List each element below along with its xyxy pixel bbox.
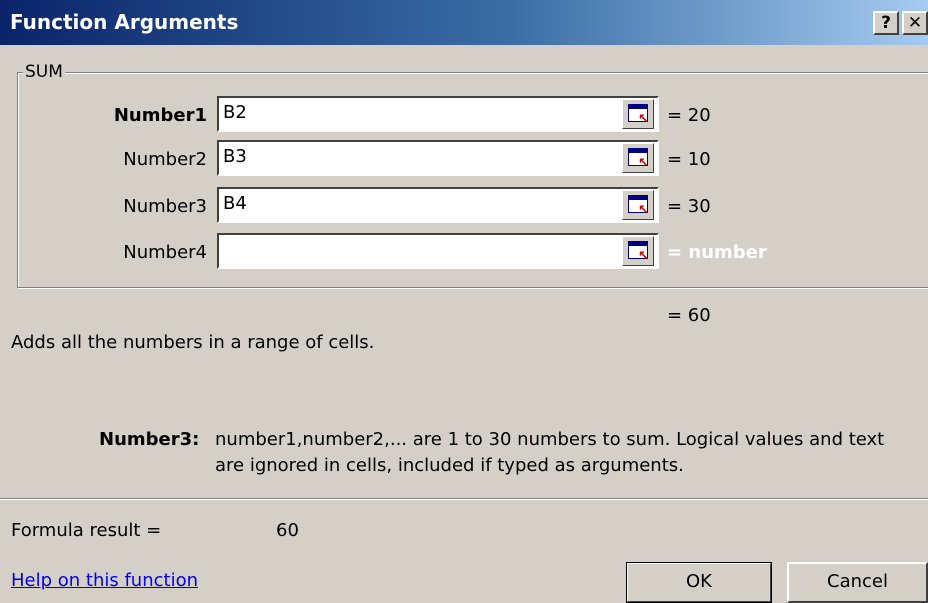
argument-label-number2: Number2 [123,149,207,170]
overall-result: = 60 [667,305,711,326]
window-title: Function Arguments [10,10,239,34]
cancel-button[interactable]: Cancel [787,562,928,603]
collapse-dialog-button-number4[interactable]: ↖ [622,236,654,266]
argument-result-number1: = 20 [667,105,711,126]
close-button[interactable]: ✕ [902,11,928,35]
argument-label-number3: Number3 [123,196,207,217]
title-bar[interactable]: Function Arguments ? ✕ [0,0,928,45]
help-button[interactable]: ? [873,11,899,35]
function-description: Adds all the numbers in a range of cells… [11,332,375,353]
collapse-dialog-button-number1[interactable]: ↖ [622,99,654,129]
argument-input-number1[interactable]: B2 [217,96,659,132]
argument-help-line2: are ignored in cells, included if typed … [215,455,684,476]
argument-input-number3[interactable]: B4 [217,187,659,223]
formula-result-value: 60 [276,520,299,541]
argument-result-number2: = 10 [667,149,711,170]
argument-help-line1: number1,number2,... are 1 to 30 numbers … [215,429,885,450]
collapse-dialog-button-number3[interactable]: ↖ [622,190,654,220]
help-on-function-link[interactable]: Help on this function [11,570,198,591]
argument-result-number4: = number [667,242,767,263]
argument-help-name: Number3: [99,429,200,450]
function-name: SUM [23,62,65,82]
argument-label-number4: Number4 [123,242,207,263]
formula-result-label: Formula result = [11,520,162,541]
ok-button[interactable]: OK [626,562,772,603]
argument-input-number2[interactable]: B3 [217,140,659,176]
argument-label-number1: Number1 [113,105,207,126]
footer-divider [0,498,928,500]
collapse-dialog-button-number2[interactable]: ↖ [622,143,654,173]
argument-input-number4[interactable] [217,233,659,269]
argument-result-number3: = 30 [667,196,711,217]
